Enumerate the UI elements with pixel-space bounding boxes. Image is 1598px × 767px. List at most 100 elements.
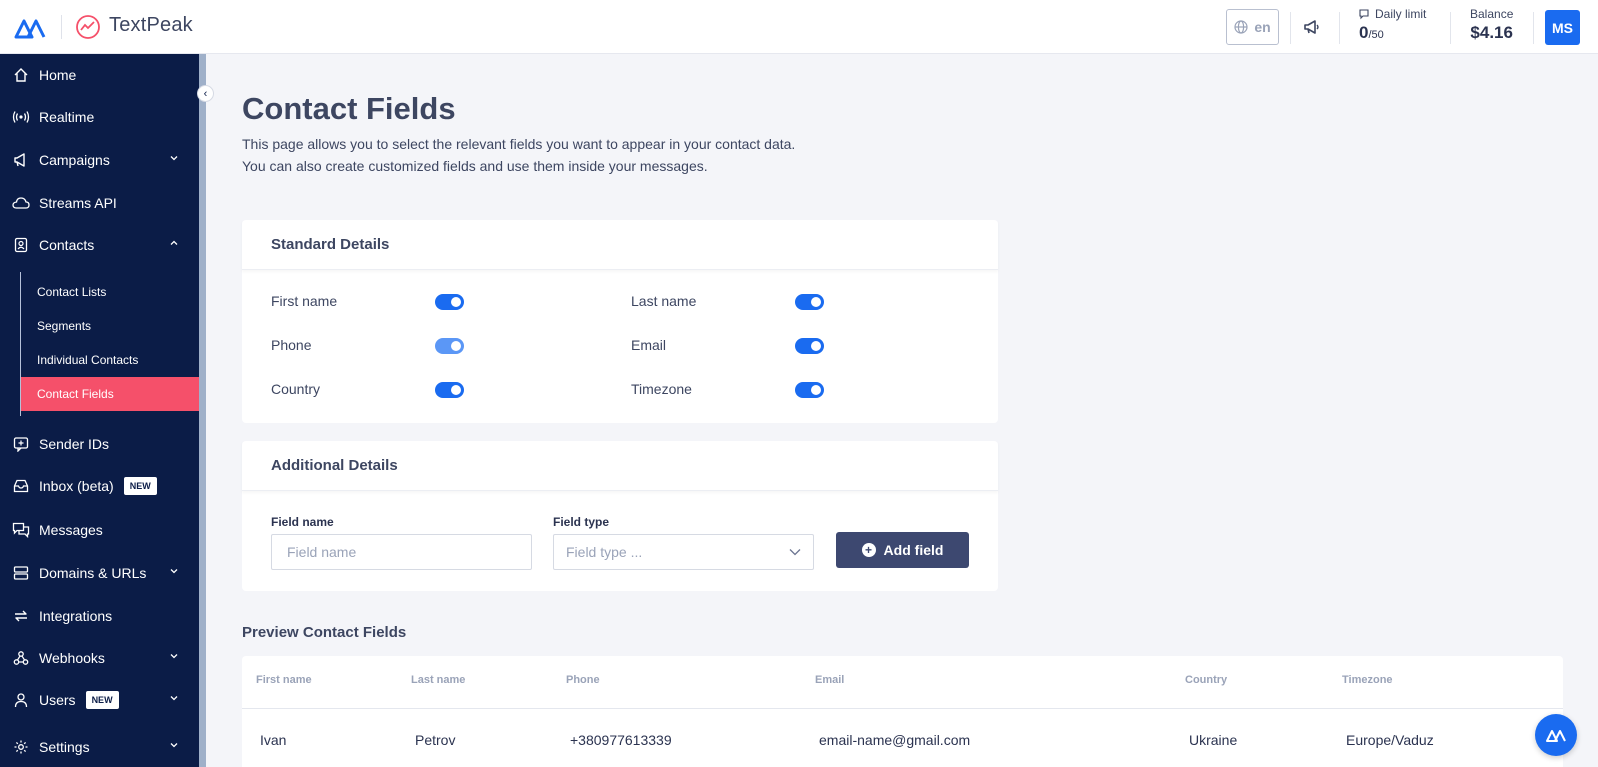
top-bar: TextPeak en Daily limit 0/50 Balance $4.… bbox=[0, 0, 1598, 54]
field-name-placeholder: Field name bbox=[287, 544, 357, 560]
country-toggle[interactable] bbox=[435, 382, 464, 398]
field-timezone: Timezone bbox=[631, 381, 692, 397]
field-type-select[interactable]: Field type ... bbox=[553, 534, 814, 570]
sidebar-item-messages[interactable]: Messages bbox=[0, 510, 199, 550]
user-icon bbox=[12, 691, 30, 709]
broadcast-icon bbox=[12, 108, 30, 126]
balance-value: $4.16 bbox=[1470, 23, 1513, 42]
logo-icon bbox=[1546, 730, 1566, 742]
logo-icon[interactable] bbox=[14, 15, 46, 39]
sidebar-item-webhooks[interactable]: Webhooks bbox=[0, 638, 199, 678]
chevron-up-icon bbox=[170, 240, 178, 245]
balance: Balance $4.16 bbox=[1470, 7, 1513, 43]
page-title: Contact Fields bbox=[242, 91, 456, 126]
logo-divider bbox=[61, 15, 62, 39]
field-name-input[interactable]: Field name bbox=[271, 534, 532, 570]
sidebar-subitem-segments[interactable]: Segments bbox=[21, 309, 199, 343]
field-label: Country bbox=[271, 381, 321, 397]
timezone-toggle[interactable] bbox=[795, 382, 824, 398]
contacts-icon bbox=[12, 236, 30, 254]
language-selector[interactable]: en bbox=[1226, 9, 1279, 45]
messages-icon bbox=[12, 521, 30, 539]
sidebar-item-streams-api[interactable]: Streams API bbox=[0, 183, 199, 223]
chevron-down-icon bbox=[170, 654, 178, 659]
page-description: This page allows you to select the relev… bbox=[242, 133, 942, 177]
table-cell: Ivan bbox=[260, 732, 287, 748]
divider bbox=[1339, 12, 1340, 44]
sidebar-item-integrations[interactable]: Integrations bbox=[0, 596, 199, 636]
sidebar-subitem-contact-lists[interactable]: Contact Lists bbox=[21, 275, 199, 309]
avatar[interactable]: MS bbox=[1545, 10, 1580, 45]
sender-id-icon bbox=[12, 435, 30, 453]
page-description-line: This page allows you to select the relev… bbox=[242, 136, 796, 152]
field-type-label: Field type bbox=[553, 515, 610, 529]
sidebar-item-label: Messages bbox=[39, 522, 103, 538]
sidebar-item-domains-urls[interactable]: Domains & URLs bbox=[0, 553, 199, 593]
add-field-label: Add field bbox=[883, 542, 944, 558]
additional-details-card: Additional Details Field name Field name… bbox=[242, 441, 998, 591]
standard-details-card: Standard Details First name Last name Ph… bbox=[242, 220, 998, 423]
chevron-down-icon bbox=[170, 696, 178, 701]
field-name-label: Field name bbox=[271, 515, 334, 529]
first-name-toggle[interactable] bbox=[435, 294, 464, 310]
sidebar-item-home[interactable]: Home bbox=[0, 55, 199, 95]
table-cell: Petrov bbox=[415, 732, 456, 748]
sidebar-item-realtime[interactable]: Realtime bbox=[0, 97, 199, 137]
table-header: Email bbox=[815, 674, 845, 686]
home-icon bbox=[12, 66, 30, 84]
sidebar-item-users[interactable]: Users NEW bbox=[0, 680, 199, 720]
field-label: Email bbox=[631, 337, 667, 353]
field-label: First name bbox=[271, 293, 338, 309]
sidebar-scrollbar[interactable] bbox=[199, 54, 206, 767]
sidebar-item-label: Realtime bbox=[39, 109, 95, 125]
sidebar-item-contacts[interactable]: Contacts bbox=[0, 225, 199, 265]
table-cell: Ukraine bbox=[1189, 732, 1238, 748]
add-field-button[interactable]: + Add field bbox=[836, 532, 969, 568]
sidebar-item-sender-ids[interactable]: Sender IDs bbox=[0, 424, 199, 464]
sidebar-item-label: Domains & URLs bbox=[39, 565, 147, 581]
table-row-divider bbox=[242, 708, 1563, 709]
textpeak-logo-icon bbox=[76, 15, 100, 39]
field-type-placeholder: Field type ... bbox=[566, 544, 643, 560]
additional-details-title: Additional Details bbox=[242, 441, 998, 491]
field-label: Phone bbox=[271, 337, 312, 353]
sidebar-item-campaigns[interactable]: Campaigns bbox=[0, 140, 199, 180]
phone-toggle[interactable] bbox=[435, 338, 464, 354]
chat-icon bbox=[1359, 8, 1369, 19]
globe-icon bbox=[1234, 20, 1248, 34]
table-header: First name bbox=[256, 674, 312, 686]
field-last-name: Last name bbox=[631, 293, 696, 309]
last-name-toggle[interactable] bbox=[795, 294, 824, 310]
email-toggle[interactable] bbox=[795, 338, 824, 354]
support-chat-button[interactable] bbox=[1535, 714, 1577, 756]
table-header: Timezone bbox=[1342, 674, 1393, 686]
sidebar-item-label: Streams API bbox=[39, 195, 117, 211]
language-code: en bbox=[1254, 19, 1271, 35]
sidebar-item-settings[interactable]: Settings bbox=[0, 727, 199, 767]
inbox-icon bbox=[12, 477, 30, 495]
field-first-name: First name bbox=[271, 293, 337, 309]
preview-title: Preview Contact Fields bbox=[242, 624, 407, 641]
chevron-down-icon bbox=[170, 743, 178, 748]
sidebar-item-label: Home bbox=[39, 67, 77, 83]
webhooks-icon bbox=[12, 649, 30, 667]
preview-table: First name Last name Phone Email Country… bbox=[242, 656, 1563, 767]
collapse-sidebar-button[interactable]: ‹ bbox=[197, 85, 214, 102]
sidebar-subitem-contact-fields[interactable]: Contact Fields bbox=[21, 377, 199, 411]
table-header: Last name bbox=[411, 674, 466, 686]
chevron-down-icon bbox=[789, 549, 801, 556]
sidebar-subitem-individual-contacts[interactable]: Individual Contacts bbox=[21, 343, 199, 377]
table-header: Phone bbox=[566, 674, 600, 686]
field-country: Country bbox=[271, 381, 320, 397]
sidebar-item-label: Contacts bbox=[39, 237, 95, 253]
sidebar-item-label: Campaigns bbox=[39, 152, 110, 168]
standard-details-title: Standard Details bbox=[242, 220, 998, 270]
divider bbox=[1450, 12, 1451, 44]
balance-label: Balance bbox=[1470, 7, 1514, 21]
table-cell: Europe/Vaduz bbox=[1346, 732, 1434, 748]
megaphone-icon[interactable] bbox=[1302, 17, 1322, 37]
settings-icon bbox=[12, 738, 30, 756]
cloud-icon bbox=[12, 194, 30, 212]
sidebar-item-inbox[interactable]: Inbox (beta) NEW bbox=[0, 466, 199, 506]
page-description-line: You can also create customized fields an… bbox=[242, 158, 708, 174]
